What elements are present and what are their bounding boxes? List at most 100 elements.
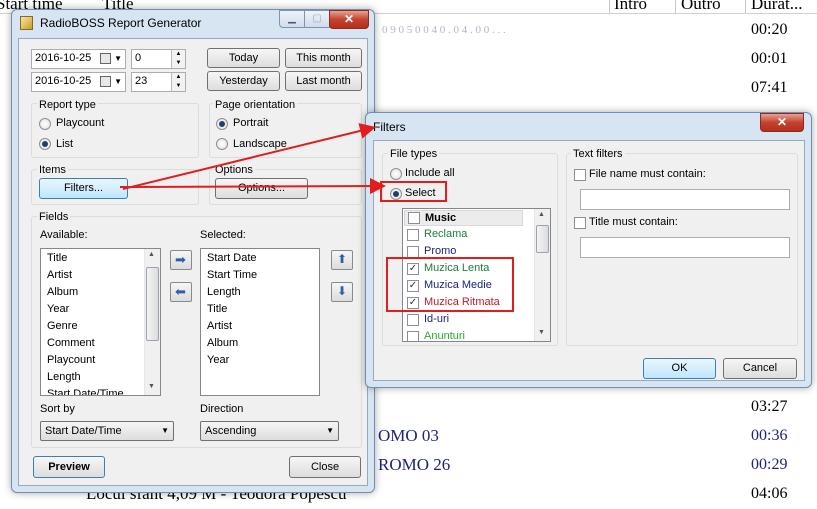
report-window-title: RadioBOSS Report Generator (40, 16, 202, 30)
date-from-picker[interactable]: 2016-10-25 ▼ (31, 49, 126, 69)
filters-button[interactable]: Filters... (39, 178, 128, 199)
close-button[interactable]: Close (289, 456, 361, 478)
minimize-button[interactable]: ▁ (279, 10, 305, 28)
selected-field-item[interactable]: Start Time (207, 269, 257, 281)
move-up-button[interactable]: ⬆ (331, 250, 353, 270)
category-checkbox[interactable] (407, 314, 419, 326)
chevron-down-icon: ▼ (326, 426, 334, 435)
portrait-label: Portrait (233, 117, 269, 129)
category-row-music[interactable]: Music (404, 210, 523, 226)
selected-field-item[interactable]: Length (207, 286, 241, 298)
scroll-thumb[interactable] (146, 267, 159, 341)
duration-cell: 00:01 (751, 50, 788, 67)
items-label: Items (37, 164, 68, 176)
scroll-up-icon[interactable]: ▲ (538, 211, 545, 218)
category-scrollbar[interactable]: ▲ ▼ (534, 209, 550, 341)
direction-select[interactable]: Ascending ▼ (200, 421, 339, 441)
sort-by-label: Sort by (40, 403, 75, 415)
arrow-up-icon: ⬆ (337, 252, 348, 266)
available-field-item[interactable]: Length (47, 371, 81, 383)
duration-cell: 00:29 (751, 456, 788, 473)
scroll-thumb[interactable] (536, 225, 549, 253)
report-generator-window: RadioBOSS Report Generator ▁ ▢ ✕ 2016-10… (11, 9, 375, 493)
last-month-button[interactable]: Last month (285, 71, 362, 91)
include-all-label: Include all (405, 167, 455, 179)
scroll-down-icon[interactable]: ▼ (148, 383, 155, 390)
include-all-radio[interactable] (390, 168, 402, 180)
options-label: Options (213, 164, 255, 176)
spin-arrows-icon[interactable]: ▲ ▼ (171, 73, 185, 91)
landscape-radio[interactable] (216, 138, 228, 150)
available-label: Available: (40, 229, 88, 241)
selected-fields-list[interactable]: Start Date Start Time Length Title Artis… (200, 248, 320, 396)
this-month-button[interactable]: This month (285, 48, 362, 68)
filters-window: Filters ✕ File types Include all Select … (365, 112, 812, 388)
available-field-item[interactable]: Album (47, 286, 78, 298)
preview-button[interactable]: Preview (33, 456, 105, 478)
app-icon (20, 16, 33, 30)
chevron-down-icon[interactable]: ▼ (114, 73, 122, 90)
available-field-item[interactable]: Artist (47, 269, 72, 281)
available-field-item[interactable]: Year (47, 303, 69, 315)
fields-label: Fields (37, 211, 71, 223)
scroll-down-icon[interactable]: ▼ (538, 329, 545, 336)
filters-close-button[interactable]: ✕ (760, 113, 804, 132)
calendar-icon[interactable] (100, 53, 111, 64)
file-name-input[interactable] (580, 189, 790, 210)
orientation-label: Page orientation (213, 99, 298, 111)
playcount-radio[interactable] (39, 118, 51, 130)
filters-titlebar[interactable]: Filters ✕ (366, 113, 811, 139)
title-checkbox[interactable] (574, 217, 586, 229)
remove-field-button[interactable]: ⬅ (170, 282, 192, 302)
hour-from-spinner[interactable]: 0 ▲ ▼ (131, 49, 186, 69)
hour-to-spinner[interactable]: 23 ▲ ▼ (131, 72, 186, 92)
available-field-item[interactable]: Genre (47, 320, 78, 332)
maximize-button[interactable]: ▢ (304, 10, 330, 28)
options-button[interactable]: Options... (215, 178, 308, 199)
cancel-button[interactable]: Cancel (723, 358, 797, 379)
portrait-radio[interactable] (216, 118, 228, 130)
ok-button[interactable]: OK (643, 358, 716, 379)
available-field-item[interactable]: Title (47, 252, 67, 264)
category-checkbox[interactable] (407, 331, 419, 341)
category-label: Music (425, 212, 457, 224)
selected-field-item[interactable]: Artist (207, 320, 232, 332)
category-label[interactable]: Anunturi (424, 330, 465, 341)
available-field-item[interactable]: Start Date/Time (47, 388, 124, 395)
category-label[interactable]: Id-uri (424, 313, 449, 325)
duration-cell: 03:27 (751, 398, 788, 415)
close-window-button[interactable]: ✕ (329, 10, 369, 29)
selected-field-item[interactable]: Album (207, 337, 238, 349)
selected-field-item[interactable]: Start Date (207, 252, 257, 264)
available-field-item[interactable]: Playcount (47, 354, 95, 366)
category-checkbox[interactable] (407, 229, 419, 241)
today-button[interactable]: Today (207, 48, 280, 68)
direction-label: Direction (200, 403, 244, 415)
report-titlebar[interactable]: RadioBOSS Report Generator ▁ ▢ ✕ (12, 10, 374, 36)
category-label[interactable]: Promo (424, 245, 456, 257)
available-scrollbar[interactable]: ▲ ▼ (144, 249, 160, 395)
spin-arrows-icon[interactable]: ▲ ▼ (171, 50, 185, 68)
col-divider (609, 0, 610, 13)
date-to-picker[interactable]: 2016-10-25 ▼ (31, 72, 126, 92)
selected-field-item[interactable]: Year (207, 354, 229, 366)
available-fields-list[interactable]: Title Artist Album Year Genre Comment Pl… (40, 248, 161, 396)
available-field-item[interactable]: Comment (47, 337, 95, 349)
date-from-value: 2016-10-25 (35, 52, 92, 64)
category-checkbox[interactable] (408, 212, 420, 224)
move-down-button[interactable]: ⬇ (331, 282, 353, 302)
chevron-down-icon: ▼ (161, 426, 169, 435)
calendar-icon[interactable] (100, 76, 111, 87)
scroll-up-icon[interactable]: ▲ (148, 251, 155, 258)
selected-field-item[interactable]: Title (207, 303, 227, 315)
file-name-checkbox[interactable] (574, 169, 586, 181)
category-label[interactable]: Reclama (424, 228, 467, 240)
arrow-down-icon: ⬇ (337, 284, 348, 298)
add-field-button[interactable]: ➡ (170, 250, 192, 270)
yesterday-button[interactable]: Yesterday (207, 71, 280, 91)
chevron-down-icon[interactable]: ▼ (114, 50, 122, 67)
title-input[interactable] (580, 237, 790, 258)
arrow-right-icon: ➡ (175, 252, 186, 267)
sort-by-select[interactable]: Start Date/Time ▼ (40, 421, 174, 441)
list-radio[interactable] (39, 138, 51, 150)
